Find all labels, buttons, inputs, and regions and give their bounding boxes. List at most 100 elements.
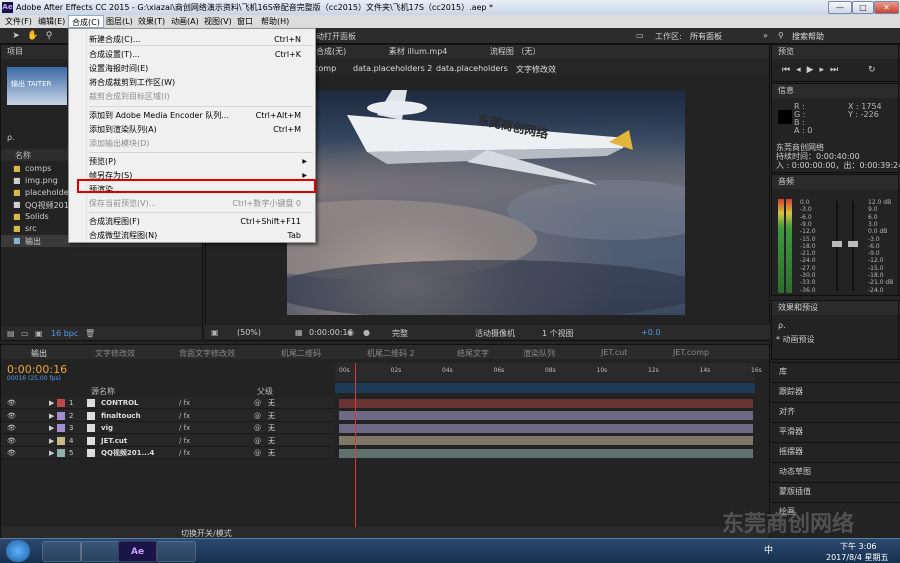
layer-name[interactable]: vig — [101, 422, 113, 434]
parent-pickwhip-icon[interactable]: @ — [254, 447, 261, 459]
ae-taskbar-icon[interactable]: Ae — [118, 541, 158, 562]
layer-name[interactable]: CONTROL — [101, 397, 139, 409]
timeline-tab[interactable]: JET.comp — [673, 348, 709, 357]
expand-arrow-icon[interactable]: ▶ — [49, 410, 54, 422]
composition-menu-item[interactable]: 添加到渲染队列(A) Ctrl+M — [89, 124, 311, 136]
start-button[interactable] — [6, 540, 30, 562]
parent-select[interactable]: 无 — [268, 410, 275, 422]
layer-name[interactable]: finaltouch — [101, 410, 141, 422]
parent-select[interactable]: 无 — [268, 397, 275, 409]
new-comp-icon[interactable]: ▣ — [35, 329, 43, 338]
breadcrumb-item[interactable]: 文字修改效 — [516, 64, 556, 75]
composition-menu-item[interactable]: 合成设置(T)... Ctrl+K — [89, 49, 311, 61]
right-panel-tab[interactable]: 蒙版插值 — [771, 482, 899, 500]
workspace-arrow-icon[interactable]: » — [763, 31, 768, 40]
menu-help[interactable]: 帮助(H) — [258, 15, 292, 28]
parent-pickwhip-icon[interactable]: @ — [254, 397, 261, 409]
playback-controls-icon[interactable]: ⏮◂▶▸⏭ — [782, 65, 844, 75]
hand-tool-icon[interactable]: ✋ — [27, 30, 39, 42]
parent-pickwhip-icon[interactable]: @ — [254, 410, 261, 422]
column-source-name[interactable]: 源名称 — [91, 386, 115, 397]
fx-switch-icon[interactable]: ∕ fx — [179, 447, 190, 459]
visibility-eye-icon[interactable]: 👁 — [7, 410, 16, 422]
right-panel-tab[interactable]: 摇摆器 — [771, 442, 899, 460]
menu-view[interactable]: 视图(V) — [201, 15, 235, 28]
expand-arrow-icon[interactable]: ▶ — [49, 397, 54, 409]
breadcrumb-item[interactable]: data.placeholders — [436, 64, 508, 73]
work-area-bar[interactable] — [335, 383, 755, 393]
composition-menu-item[interactable]: 新建合成(C)... Ctrl+N — [89, 34, 311, 46]
layer-row[interactable]: 👁 ▶ 2 finaltouch ∕ fx @ 无 — [1, 409, 334, 422]
resolution-select[interactable]: 完整 — [392, 328, 408, 339]
breadcrumb-item[interactable]: comp — [314, 64, 336, 73]
zoom-tool-icon[interactable]: ⚲ — [43, 30, 55, 42]
breadcrumb-item[interactable]: data.placeholders 2 — [353, 64, 432, 73]
right-panel-tab[interactable]: 对齐 — [771, 402, 899, 420]
browser-taskbar-icon[interactable] — [80, 541, 120, 562]
layer-row[interactable]: 👁 ▶ 1 CONTROL ∕ fx @ 无 — [1, 397, 334, 409]
minimize-button[interactable]: — — [828, 1, 852, 14]
menu-layer[interactable]: 图层(L) — [103, 15, 136, 28]
column-name[interactable]: 名称 — [15, 150, 31, 161]
fx-switch-icon[interactable]: ∕ fx — [179, 422, 190, 434]
interpret-footage-icon[interactable]: ▤ — [7, 329, 15, 338]
audio-slider-knob[interactable] — [832, 241, 842, 247]
loop-icon[interactable]: ↻ — [868, 65, 876, 75]
composition-menu-item[interactable]: 预览(P) ▶ — [89, 156, 311, 168]
trash-icon[interactable]: 🗑 — [85, 329, 95, 338]
layer-duration-bar[interactable] — [339, 448, 753, 458]
fx-switch-icon[interactable]: ∕ fx — [179, 410, 190, 422]
parent-select[interactable]: 无 — [268, 422, 275, 434]
clock-time[interactable]: 下午 3:06 — [840, 541, 877, 552]
new-folder-icon[interactable]: ▭ — [21, 329, 29, 338]
column-parent[interactable]: 父级 — [257, 386, 273, 397]
exposure-value[interactable]: +0.0 — [641, 328, 660, 337]
layer-row[interactable]: 👁 ▶ 4 JET.cut ∕ fx @ 无 — [1, 434, 334, 447]
right-panel-tab[interactable]: 动态草图 — [771, 462, 899, 480]
layer-duration-bar[interactable] — [339, 423, 753, 433]
views-select[interactable]: 1 个视图 — [542, 328, 574, 339]
composition-menu-item[interactable]: 添加到 Adobe Media Encoder 队列... Ctrl+Alt+M — [89, 110, 311, 122]
bpc-indicator[interactable]: 16 bpc — [51, 329, 78, 338]
expand-arrow-icon[interactable]: ▶ — [49, 447, 54, 459]
search-help-input[interactable]: 搜索帮助 — [792, 31, 824, 42]
composition-menu-item[interactable]: 合成微型流程图(N) Tab — [89, 230, 311, 242]
menu-edit[interactable]: 编辑(E) — [35, 15, 68, 28]
tab-comp-none[interactable]: 合成(无) — [316, 47, 346, 56]
layer-duration-bar[interactable] — [339, 411, 753, 420]
snapshot-icon[interactable]: ◉ — [347, 328, 354, 337]
close-button[interactable]: ✕ — [874, 1, 899, 14]
timeline-tab[interactable]: 机尾二维码 2 — [367, 348, 415, 359]
menu-animation[interactable]: 动画(A) — [168, 15, 202, 28]
menu-composition[interactable]: 合成(C) — [68, 15, 104, 28]
right-panel-tab[interactable]: 库 — [771, 362, 899, 380]
layer-row[interactable]: 👁 ▶ 5 QQ视频201...4 ∕ fx @ 无 — [1, 447, 334, 459]
composition-viewer[interactable]: 东莞商创网络 — [287, 90, 685, 315]
right-panel-tab[interactable]: 跟踪器 — [771, 382, 899, 400]
fx-switch-icon[interactable]: ∕ fx — [179, 397, 190, 409]
expand-arrow-icon[interactable]: ▶ — [49, 422, 54, 434]
project-search-input[interactable]: ρ. — [7, 133, 15, 142]
parent-pickwhip-icon[interactable]: @ — [254, 435, 261, 447]
visibility-eye-icon[interactable]: 👁 — [7, 397, 16, 409]
layer-label-color[interactable] — [57, 424, 65, 432]
workspace-select[interactable]: 所有面板 — [690, 31, 722, 42]
time-ruler[interactable]: 00s 02s 04s 06s 08s 10s 12s 14s 16s — [335, 363, 762, 381]
timeline-tab[interactable]: 机尾二维码 — [281, 348, 321, 359]
layer-label-color[interactable] — [57, 411, 65, 420]
parent-select[interactable]: 无 — [268, 435, 275, 447]
layer-label-color[interactable] — [57, 399, 65, 407]
layer-name[interactable]: JET.cut — [101, 435, 127, 447]
color-channels-icon[interactable]: ● — [363, 328, 370, 337]
timeline-tab[interactable]: 输出 — [31, 348, 47, 359]
current-time-indicator[interactable] — [355, 363, 356, 531]
animation-presets-item[interactable]: * 动画预设 — [776, 334, 815, 345]
right-panel-tab[interactable]: 平滑器 — [771, 422, 899, 440]
clock-date[interactable]: 2017/8/4 星期五 — [826, 552, 888, 563]
grid-icon[interactable]: ▦ — [295, 328, 303, 337]
menu-window[interactable]: 窗口 — [234, 15, 256, 28]
ime-indicator[interactable]: 中 — [764, 543, 773, 556]
effects-search-input[interactable]: ρ. — [778, 321, 786, 330]
layer-duration-bar[interactable] — [339, 398, 753, 408]
timeline-tab[interactable]: JET.cut — [601, 348, 628, 357]
